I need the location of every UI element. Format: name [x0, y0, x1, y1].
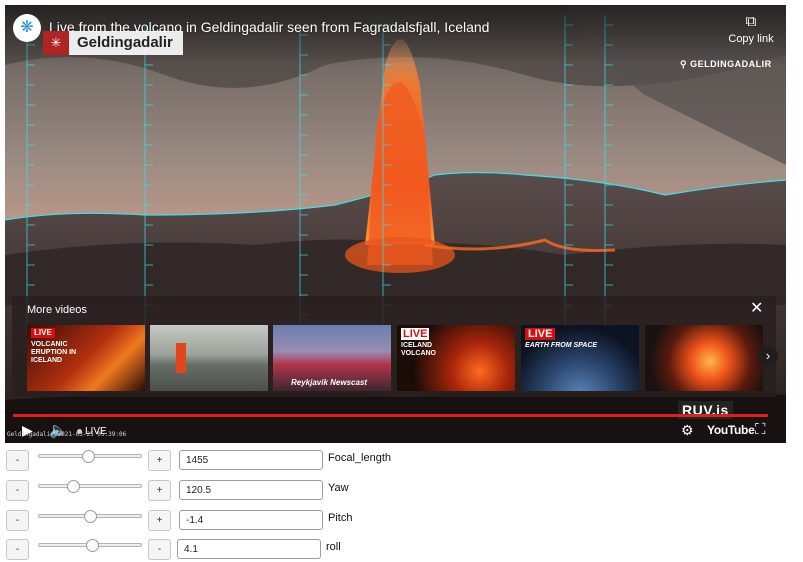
- video-thumbnail[interactable]: LIVE EARTH FROM SPACE: [521, 325, 639, 391]
- video-thumbnail[interactable]: [645, 325, 763, 391]
- copy-link-icon: ⧉: [745, 13, 757, 30]
- eruption-mark: [176, 343, 186, 373]
- video-player[interactable]: ❋ Live from the volcano in Geldingadalir…: [5, 5, 786, 443]
- thumbnail-live-tag: LIVE: [401, 328, 430, 340]
- roll-label: roll: [326, 541, 341, 553]
- settings-icon[interactable]: ⚙: [681, 422, 694, 439]
- fullscreen-icon[interactable]: ⛶: [755, 421, 766, 438]
- thumbnail-live-tag: LIVE: [525, 328, 556, 340]
- slider-track: [38, 484, 142, 488]
- increment-button[interactable]: +: [148, 450, 171, 471]
- decrement-button[interactable]: -: [6, 480, 29, 501]
- yaw-label: Yaw: [328, 482, 349, 494]
- more-videos-title: More videos: [27, 304, 87, 316]
- slider-thumb[interactable]: [84, 510, 97, 523]
- decrement-button[interactable]: -: [6, 450, 29, 471]
- chevron-right-icon[interactable]: ›: [758, 346, 778, 366]
- decrement-button[interactable]: -: [6, 539, 29, 560]
- ruv-mark-icon: ✳: [43, 31, 69, 55]
- copy-link-button[interactable]: ⧉ Copy link: [727, 13, 775, 45]
- thumbnail-caption: VOLCANIC ERUPTION IN ICELAND: [31, 341, 77, 364]
- close-icon[interactable]: ✕: [750, 300, 763, 318]
- slider-thumb[interactable]: [67, 480, 81, 493]
- video-thumbnail[interactable]: [150, 325, 268, 391]
- overlay-badge-text: Geldingadalir: [69, 31, 183, 55]
- channel-logo-icon[interactable]: ❋: [13, 14, 41, 42]
- focal-length-label: Focal_length: [328, 452, 391, 464]
- slider-thumb[interactable]: [86, 539, 100, 552]
- location-tag: ⚲ GELDINGADALIR: [680, 59, 772, 70]
- camera-timestamp: Geldingadalir 2021-03-25 05:39:06: [7, 431, 127, 438]
- video-thumbnail[interactable]: LIVE ICELAND VOLCANO: [397, 325, 515, 391]
- slider-thumb[interactable]: [81, 450, 95, 463]
- roll-slider[interactable]: [38, 539, 142, 559]
- pitch-input[interactable]: -1.4: [179, 510, 323, 530]
- focal-length-slider[interactable]: [38, 450, 142, 470]
- thumbnail-live-tag: LIVE: [31, 328, 55, 338]
- pitch-label: Pitch: [328, 512, 353, 524]
- yaw-input[interactable]: 120.5: [179, 480, 323, 500]
- roll-input[interactable]: 4.1: [177, 539, 321, 559]
- increment-button[interactable]: -: [148, 539, 171, 560]
- location-tag-text: GELDINGADALIR: [690, 59, 772, 69]
- increment-button[interactable]: +: [148, 480, 171, 501]
- pitch-slider[interactable]: [38, 510, 142, 530]
- increment-button[interactable]: +: [148, 510, 171, 531]
- thumbnail-caption: ICELAND VOLCANO: [401, 342, 436, 357]
- more-videos-panel: More videos ✕ LIVE VOLCANIC ERUPTION IN …: [12, 296, 778, 397]
- youtube-logo[interactable]: YouTube: [707, 423, 755, 437]
- video-thumbnail[interactable]: Reykjavik Newscast: [273, 325, 391, 391]
- progress-bar[interactable]: [13, 414, 768, 417]
- location-pin-icon: ⚲: [680, 59, 691, 69]
- video-thumbnail[interactable]: LIVE VOLCANIC ERUPTION IN ICELAND: [27, 325, 145, 391]
- thumbnail-caption: Reykjavik Newscast: [291, 378, 368, 387]
- yaw-slider[interactable]: [38, 480, 142, 500]
- decrement-button[interactable]: -: [6, 510, 29, 531]
- focal-length-input[interactable]: 1455: [179, 450, 323, 470]
- thumbnail-caption: EARTH FROM SPACE: [525, 342, 598, 349]
- copy-link-label: Copy link: [728, 33, 774, 45]
- channel-overlay-badge: ✳ Geldingadalir: [43, 31, 183, 55]
